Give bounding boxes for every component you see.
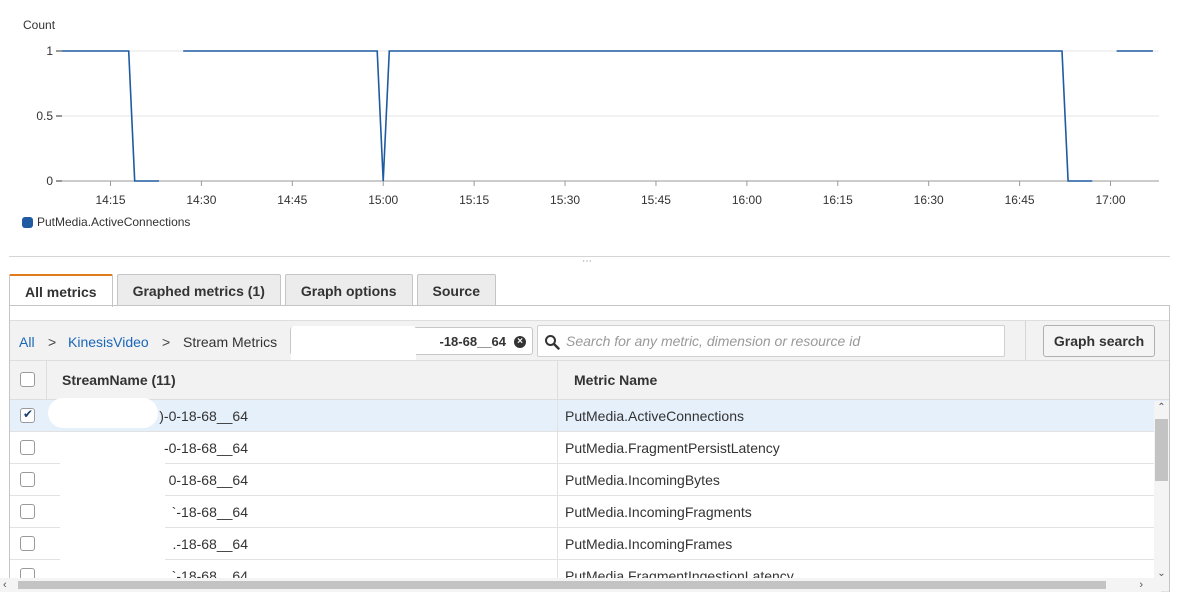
metric-name-cell: PutMedia.FragmentPersistLatency [565, 440, 780, 456]
table-header: StreamName (11) Metric Name [10, 360, 1169, 400]
metrics-tabs: All metrics Graphed metrics (1) Graph op… [9, 274, 500, 307]
redaction-mask [291, 326, 416, 364]
column-divider [557, 528, 558, 560]
table-row[interactable]: .-18-68__64 PutMedia.IncomingFrames [10, 528, 1169, 560]
table-row[interactable]: -0-18-68__64 PutMedia.FragmentPersistLate… [10, 432, 1169, 464]
breadcrumb-separator: > [162, 334, 171, 350]
tab-graphed-metrics[interactable]: Graphed metrics (1) [116, 274, 281, 306]
table-row[interactable]: `-18-68__64 PutMedia.IncomingFragments [10, 496, 1169, 528]
y-tick-label: 0.5 [36, 109, 53, 123]
x-tick-label: 14:45 [277, 193, 307, 207]
line-chart-svg: Count 1 0.5 0 14:15 14:30 14:45 15:00 15:15 15:30… [23, 18, 1159, 207]
column-divider [557, 496, 558, 528]
scroll-left-icon[interactable]: ‹ [3, 578, 7, 592]
y-tick-label: 1 [46, 44, 53, 58]
graph-search-button[interactable]: Graph search [1043, 325, 1155, 357]
metrics-table: StreamName (11) Metric Name )-0-18-68__6… [10, 360, 1169, 592]
remove-filter-icon[interactable]: × [514, 336, 526, 348]
search-icon [545, 335, 560, 350]
select-all-checkbox[interactable] [20, 372, 35, 387]
metric-search-input[interactable] [566, 330, 996, 352]
x-tick-label: 16:15 [823, 193, 853, 207]
horizontal-scrollbar[interactable]: ‹ › [0, 578, 1161, 592]
breadcrumb-separator: > [48, 334, 57, 350]
x-tick-label: 15:45 [641, 193, 671, 207]
scrollbar-thumb[interactable] [18, 581, 1106, 589]
column-header-metric-name[interactable]: Metric Name [574, 372, 657, 388]
x-tick-label: 15:00 [368, 193, 398, 207]
vertical-scrollbar[interactable]: ⌃ ⌄ [1154, 401, 1169, 591]
x-tick-label: 14:30 [186, 193, 216, 207]
redaction-mask [48, 398, 158, 428]
column-divider [46, 361, 47, 400]
metric-name-cell: PutMedia.IncomingFrames [565, 536, 733, 552]
x-tick-label: 16:45 [1005, 193, 1035, 207]
metric-name-cell: PutMedia.ActiveConnections [565, 408, 744, 424]
tab-all-metrics[interactable]: All metrics [9, 274, 113, 307]
x-tick-label: 15:30 [550, 193, 580, 207]
scrollbar-thumb[interactable] [1155, 419, 1168, 481]
chart-legend[interactable]: PutMedia.ActiveConnections [22, 215, 190, 229]
column-header-streamname[interactable]: StreamName (11) [62, 372, 176, 388]
y-axis-label: Count [23, 18, 56, 32]
breadcrumb-group: Stream Metrics [183, 334, 278, 350]
column-divider [557, 432, 558, 464]
redaction-mask [60, 434, 165, 592]
x-tick-label: 16:00 [732, 193, 762, 207]
metrics-chart: Count 1 0.5 0 14:15 14:30 14:45 15:00 15:15 15:30… [0, 0, 1179, 240]
table-row[interactable]: 0-18-68__64 PutMedia.IncomingBytes [10, 464, 1169, 496]
table-row[interactable]: )-0-18-68__64PutMedia.ActiveConnections [10, 400, 1169, 432]
all-metrics-panel: All > KinesisVideo > Stream Metrics -18-… [9, 306, 1170, 592]
column-divider [557, 400, 558, 432]
splitter-handle-icon[interactable]: ⋯ [582, 257, 592, 267]
breadcrumb-all[interactable]: All [19, 334, 35, 350]
x-tick-label: 17:00 [1095, 193, 1125, 207]
metric-name-cell: PutMedia.IncomingFragments [565, 504, 752, 520]
metric-name-cell: PutMedia.IncomingBytes [565, 472, 720, 488]
tab-graph-options[interactable]: Graph options [284, 274, 413, 306]
y-tick-label: 0 [46, 174, 53, 188]
search-field [537, 325, 1005, 357]
legend-swatch [22, 216, 33, 228]
breadcrumb-namespace[interactable]: KinesisVideo [68, 334, 149, 350]
dimension-filter-token: -18-68__64 × [290, 326, 533, 364]
dimension-filter-value: -18-68__64 [439, 334, 507, 349]
tab-source[interactable]: Source [416, 274, 496, 306]
table-body: )-0-18-68__64PutMedia.ActiveConnections-… [10, 400, 1169, 592]
column-divider [557, 361, 558, 400]
column-divider [557, 464, 558, 496]
x-tick-label: 15:15 [459, 193, 489, 207]
scroll-right-icon[interactable]: › [1139, 578, 1143, 592]
scroll-up-icon[interactable]: ⌃ [1154, 401, 1169, 415]
legend-label: PutMedia.ActiveConnections [37, 215, 191, 229]
x-tick-label: 16:30 [914, 193, 944, 207]
x-tick-label: 14:15 [95, 193, 125, 207]
